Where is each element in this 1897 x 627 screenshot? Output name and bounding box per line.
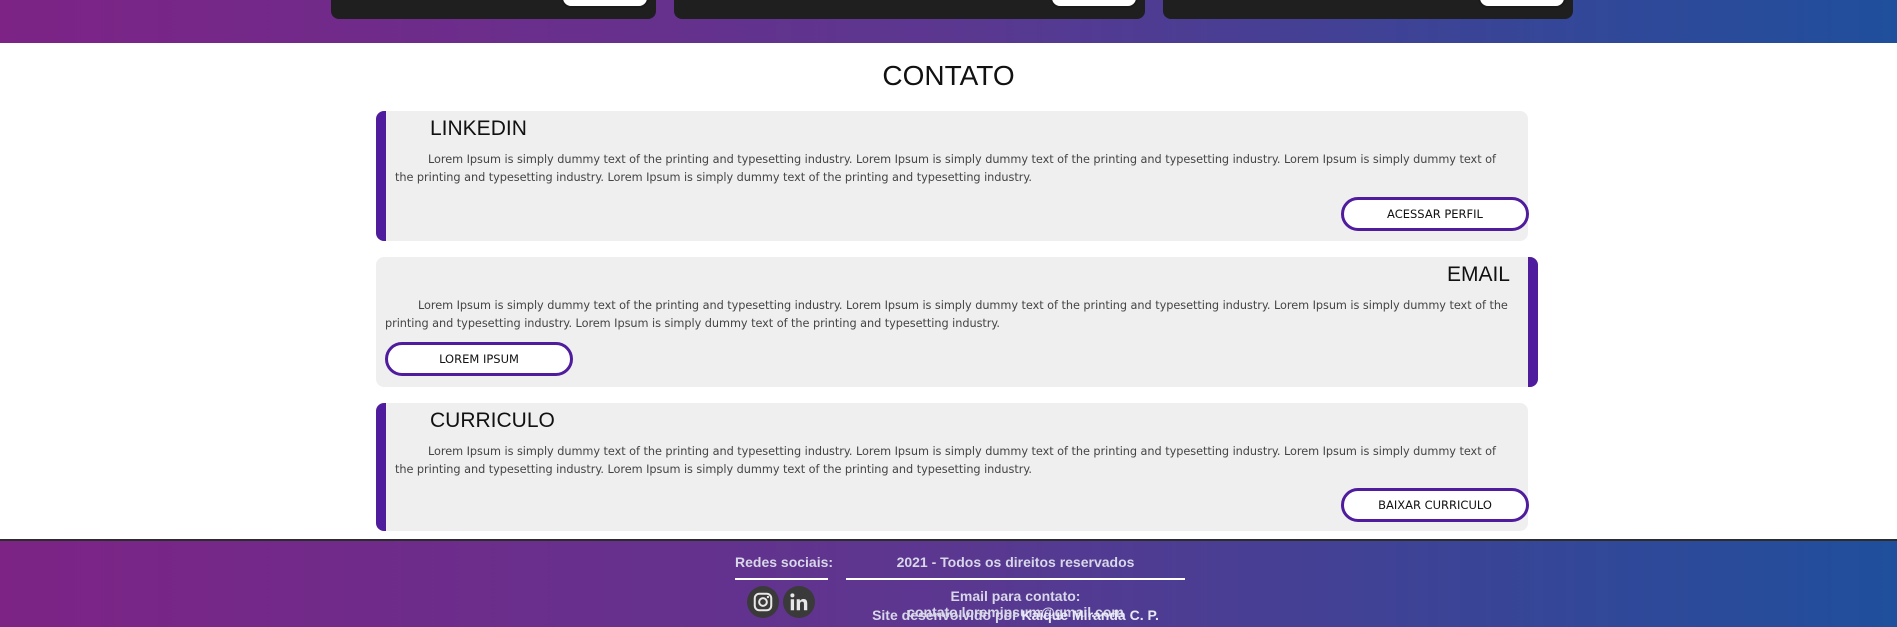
card-description: Lorem Ipsum is simply dummy text of the … (385, 299, 1508, 330)
linkedin-card: LINKEDIN Lorem Ipsum is simply dummy tex… (376, 111, 1529, 241)
copyright-text: 2021 - Todos os direitos reservados (896, 554, 1135, 570)
section-title: CONTATO (882, 60, 1015, 91)
developer-credit-prefix: Site desenvolvido por (872, 607, 1018, 623)
project-card (1163, 0, 1573, 19)
footer: Redes sociais: 2021 - Todos os direitos … (0, 539, 1897, 627)
card-title: CURRICULO (430, 409, 555, 432)
developer-credit: Site desenvolvido por Kaique Miranda C. … (846, 607, 1185, 623)
card-title: EMAIL (1446, 263, 1510, 286)
email-card: EMAIL Lorem Ipsum is simply dummy text o… (376, 257, 1538, 387)
instagram-icon[interactable] (747, 586, 779, 618)
curriculum-card: CURRICULO Lorem Ipsum is simply dummy te… (376, 403, 1529, 531)
card-description: Lorem Ipsum is simply dummy text of the … (395, 445, 1496, 476)
card-title: LINKEDIN (430, 117, 527, 140)
project-card (674, 0, 1145, 19)
more-info-button[interactable] (1050, 0, 1138, 8)
divider (846, 578, 1185, 580)
social-label: Redes sociais: (735, 554, 834, 570)
divider (735, 578, 828, 580)
top-banner (0, 0, 1897, 43)
project-card (331, 0, 656, 19)
lorem-ipsum-button[interactable]: LOREM IPSUM (385, 342, 573, 376)
access-profile-button[interactable]: ACESSAR PERFIL (1341, 197, 1529, 231)
linkedin-icon[interactable] (783, 586, 815, 618)
card-description: Lorem Ipsum is simply dummy text of the … (395, 153, 1496, 184)
more-info-button[interactable] (561, 0, 649, 8)
developer-name: Kaique Miranda C. P. (1021, 607, 1159, 623)
more-info-button[interactable] (1478, 0, 1566, 8)
download-curriculum-button[interactable]: BAIXAR CURRICULO (1341, 488, 1529, 522)
